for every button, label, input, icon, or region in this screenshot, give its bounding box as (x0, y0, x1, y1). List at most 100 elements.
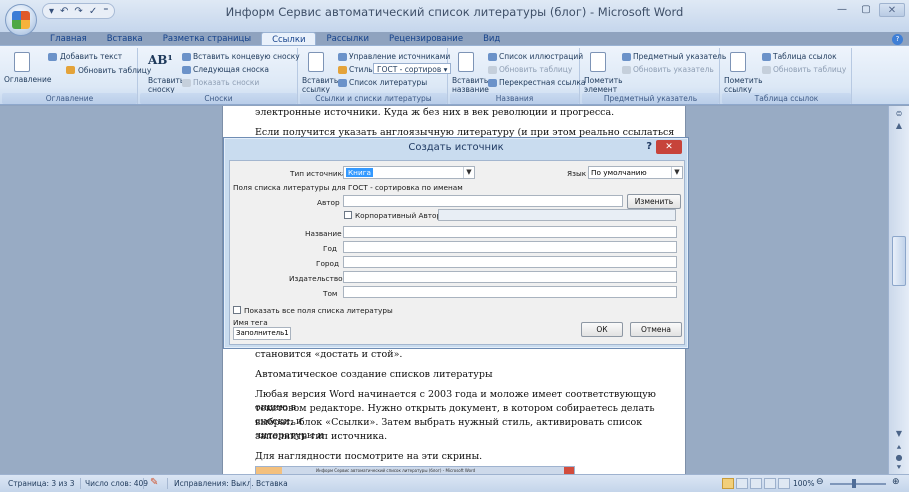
draft-view-icon[interactable] (778, 478, 790, 489)
table-of-figures-button[interactable]: Список иллюстраций (499, 52, 583, 61)
insert-endnote-button[interactable]: Вставить концевую сноску (193, 52, 300, 61)
close-window-button[interactable]: ✕ (879, 3, 905, 17)
corporate-author-checkbox[interactable] (344, 211, 352, 219)
group-label-footnotes: Сноски (140, 93, 297, 104)
insert-mode[interactable]: Вставка (256, 479, 288, 488)
cancel-button[interactable]: Отмена (630, 322, 682, 337)
print-layout-view-icon[interactable] (722, 478, 734, 489)
tag-name-field[interactable]: Заполнитель1 (233, 327, 291, 340)
chevron-down-icon: ▼ (671, 167, 682, 178)
update-authorities-button[interactable]: Обновить таблицу (773, 65, 846, 74)
next-footnote-button[interactable]: Следующая сноска (193, 65, 269, 74)
doc-closing: Для наглядности посмотрите на эти скрины… (255, 451, 483, 462)
show-notes-button[interactable]: Показать сноски (193, 78, 259, 87)
bibliography-icon (338, 79, 347, 87)
ribbon: Оглавление Добавить текст Обновить табли… (0, 45, 909, 105)
ribbon-tabs: Главная Вставка Разметка страницы Ссылки… (40, 32, 510, 46)
page-count[interactable]: Страница: 3 из 3 (8, 479, 75, 488)
zoom-out-icon[interactable]: ⊖ (816, 477, 824, 487)
scroll-down-icon[interactable]: ▼ (893, 428, 905, 440)
mark-entry-button[interactable]: Пометить элемент (584, 76, 623, 94)
zoom-in-icon[interactable]: ⊕ (892, 477, 900, 487)
dialog-help-button[interactable]: ? (646, 141, 652, 152)
toc-button[interactable]: Оглавление (4, 75, 51, 84)
tab-home[interactable]: Главная (40, 32, 97, 46)
year-field[interactable] (343, 241, 677, 253)
zoom-slider-thumb[interactable] (852, 479, 856, 488)
mark-citation-icon (730, 52, 746, 72)
zoom-slider[interactable] (830, 483, 886, 485)
manage-sources-button[interactable]: Управление источниками (349, 52, 450, 61)
insert-citation-icon (308, 52, 324, 72)
title-bar: ▾ ↶ ↷ ✓ ⁼ Информ Сервис автоматический с… (0, 0, 909, 36)
group-label-citations: Ссылки и списки литературы (300, 93, 447, 104)
minimize-button[interactable]: — (831, 3, 853, 17)
cross-reference-button[interactable]: Перекрестная ссылка (499, 78, 586, 87)
insert-caption-icon (458, 52, 474, 72)
title-field[interactable] (343, 226, 677, 238)
insert-footnote-button[interactable]: Вставить сноску (148, 76, 184, 94)
style-icon (338, 66, 347, 74)
vertical-scrollbar[interactable]: ⊜ ▲ ▼ ⯅ ● ⯆ (888, 106, 909, 474)
group-citations: Вставить ссылку Управление источниками С… (300, 48, 452, 104)
style-dropdown[interactable]: ГОСТ - сортиров ▾ (373, 63, 452, 74)
insert-authorities-button[interactable]: Таблица ссылок (773, 52, 837, 61)
tab-references[interactable]: Ссылки (261, 32, 317, 46)
tab-insert[interactable]: Вставка (97, 32, 153, 46)
city-field[interactable] (343, 256, 677, 268)
source-type-select[interactable]: Книга ▼ (343, 166, 475, 179)
insert-citation-button[interactable]: Вставить ссылку (302, 76, 338, 94)
publisher-label: Издательство (289, 274, 343, 283)
show-notes-icon (182, 79, 191, 87)
language-select[interactable]: По умолчанию ▼ (588, 166, 683, 179)
office-logo-icon (12, 11, 30, 29)
toc-icon (14, 52, 30, 72)
corporate-author-field[interactable] (438, 209, 676, 221)
zoom-level[interactable]: 100% (793, 479, 814, 488)
web-layout-view-icon[interactable] (750, 478, 762, 489)
volume-label: Том (323, 289, 338, 298)
dialog-close-button[interactable]: ✕ (656, 140, 682, 154)
word-count[interactable]: Число слов: 409 (85, 479, 148, 488)
mark-entry-icon (590, 52, 606, 72)
update-index-button[interactable]: Обновить указатель (633, 65, 714, 74)
next-footnote-icon (182, 66, 191, 74)
tab-page-layout[interactable]: Разметка страницы (153, 32, 261, 46)
full-screen-view-icon[interactable] (736, 478, 748, 489)
insert-authorities-icon (762, 53, 771, 61)
scroll-up-icon[interactable]: ▲ (893, 120, 905, 132)
author-field[interactable] (343, 195, 623, 207)
tab-review[interactable]: Рецензирование (379, 32, 473, 46)
update-figures-icon (488, 66, 497, 74)
dialog-title: Создать источник (408, 142, 504, 153)
update-figures-button[interactable]: Обновить таблицу (499, 65, 572, 74)
maximize-button[interactable]: ▢ (855, 3, 877, 17)
volume-field[interactable] (343, 286, 677, 298)
outline-view-icon[interactable] (764, 478, 776, 489)
next-page-icon[interactable]: ⯆ (893, 462, 905, 474)
tab-mailings[interactable]: Рассылки (316, 32, 378, 46)
scrollbar-thumb[interactable] (892, 236, 906, 286)
tab-view[interactable]: Вид (473, 32, 510, 46)
author-label: Автор (317, 198, 340, 207)
add-text-icon (48, 53, 57, 61)
mark-citation-button[interactable]: Пометить ссылку (724, 76, 763, 94)
ok-button[interactable]: ОК (581, 322, 623, 337)
status-divider (80, 478, 81, 489)
help-icon[interactable]: ? (892, 34, 903, 45)
edit-author-button[interactable]: Изменить (627, 194, 681, 209)
manage-sources-icon (338, 53, 347, 61)
fields-caption: Поля списка литературы для ГОСТ - сортир… (233, 183, 463, 192)
insert-index-button[interactable]: Предметный указатель (633, 52, 726, 61)
add-text-button[interactable]: Добавить текст (60, 52, 122, 61)
ruler-toggle-icon[interactable]: ⊜ (893, 108, 905, 120)
insert-caption-button[interactable]: Вставить название (452, 76, 489, 94)
office-button[interactable] (5, 4, 37, 36)
publisher-field[interactable] (343, 271, 677, 283)
show-all-fields-checkbox[interactable] (233, 306, 241, 314)
thumb-title: Информ Сервис автоматический список лите… (316, 468, 476, 473)
track-changes-status[interactable]: Исправления: Выкл. (174, 479, 254, 488)
thumb-office-button (256, 467, 282, 474)
bibliography-button[interactable]: Список литературы (349, 78, 427, 87)
proofing-icon[interactable]: ✎ (150, 477, 158, 488)
